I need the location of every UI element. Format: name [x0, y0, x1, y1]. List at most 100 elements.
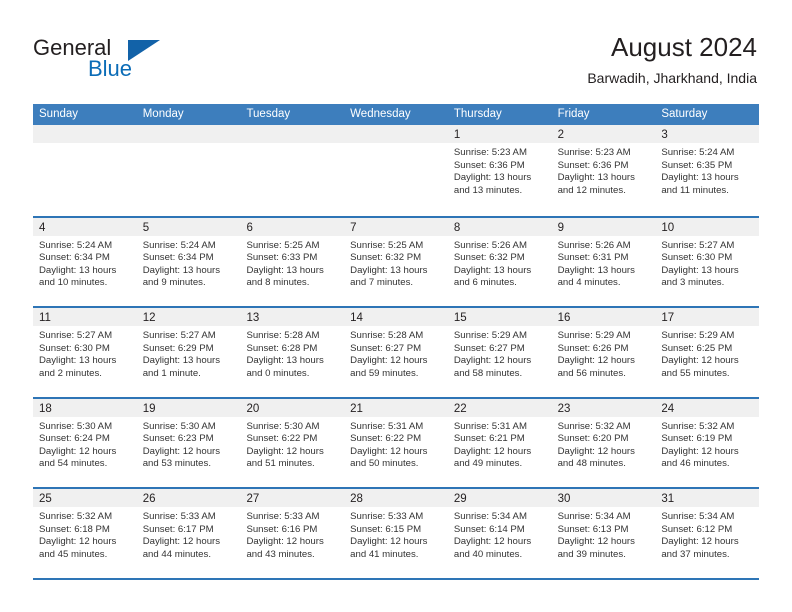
day-number: 23	[557, 402, 571, 415]
daylight-text-line1: Daylight: 12 hours	[453, 445, 532, 457]
day-cell-22[interactable]: 22 Sunrise: 5:31 AM Sunset: 6:21 PM Dayligh…	[447, 398, 552, 487]
day-number: 8	[453, 221, 461, 234]
daylight-text-line2: and 13 minutes.	[453, 184, 523, 196]
day-cell-14[interactable]: 14 Sunrise: 5:28 AM Sunset: 6:27 PM Dayligh…	[344, 308, 448, 397]
day-number: 21	[350, 402, 363, 415]
day-number: 22	[453, 402, 467, 415]
day-cell-6[interactable]: 6 Sunrise: 5:25 AM Sunset: 6:33 PM Daylight…	[240, 217, 345, 306]
day-number: 9	[557, 221, 564, 234]
sunrise-text: Sunrise: 5:33 AM	[142, 511, 216, 522]
sunset-text: Sunset: 6:21 PM	[453, 433, 525, 445]
day-number-band: 27	[240, 489, 345, 507]
day-cell-3[interactable]: 3 Sunrise: 5:24 AM Sunset: 6:35 PM Daylight…	[655, 125, 760, 216]
day-cell-10[interactable]: 10 Sunrise: 5:27 AM Sunset: 6:30 PM Dayligh…	[655, 217, 760, 306]
daylight-text-line1: Daylight: 13 hours	[453, 172, 532, 184]
day-details: Sunrise: 5:28 AM Sunset: 6:27 PM Daylight:…	[344, 326, 448, 380]
sunrise-text: Sunrise: 5:27 AM	[661, 239, 735, 251]
daylight-text-line2: and 43 minutes.	[246, 548, 315, 560]
sunset-text: Sunset: 6:20 PM	[557, 433, 629, 445]
day-number: 31	[661, 493, 675, 505]
daylight-text-line1: Daylight: 13 hours	[142, 264, 221, 276]
day-details: Sunrise: 5:23 AM Sunset: 6:36 PM Daylight:…	[448, 143, 552, 197]
day-cell-13[interactable]: 13 Sunrise: 5:28 AM Sunset: 6:28 PM Dayligh…	[240, 308, 345, 397]
day-number: 20	[246, 402, 260, 415]
day-cell-25[interactable]: 25 Sunrise: 5:32 AM Sunset: 6:18 PM Dayligh…	[33, 489, 137, 578]
sunset-text: Sunset: 6:12 PM	[661, 523, 733, 535]
sunset-text: Sunset: 6:25 PM	[661, 342, 733, 354]
calendar-grid: Sunday Monday Tuesday Wednesday Thursday Frid…	[33, 104, 760, 580]
day-number-band: 7	[344, 217, 448, 236]
day-number-band: 29	[447, 489, 552, 507]
daylight-text-line1: Daylight: 13 hours	[350, 264, 428, 276]
day-details: Sunrise: 5:29 AM Sunset: 6:26 PM Daylight:…	[552, 326, 656, 380]
daylight-text-line2: and 45 minutes.	[39, 548, 108, 560]
weekday-header-monday: Monday	[142, 108, 184, 120]
day-number-band: 16	[551, 308, 656, 326]
weekday-header-wednesday: Wednesday	[350, 108, 411, 120]
day-cell-31[interactable]: 31 Sunrise: 5:34 AM Sunset: 6:12 PM Dayligh…	[655, 489, 760, 578]
day-details	[240, 143, 344, 147]
day-number-band: 11	[33, 308, 137, 326]
daylight-text-line1: Daylight: 12 hours	[661, 355, 739, 367]
day-number: 19	[142, 402, 156, 415]
day-cell-8[interactable]: 8 Sunrise: 5:26 AM Sunset: 6:32 PM Daylight…	[447, 217, 552, 306]
day-number: 17	[661, 312, 675, 324]
brand-logo[interactable]: General Blue	[33, 36, 253, 86]
sunset-text: Sunset: 6:32 PM	[453, 252, 525, 264]
day-cell-20[interactable]: 20 Sunrise: 5:30 AM Sunset: 6:22 PM Dayligh…	[240, 398, 345, 487]
sunrise-text: Sunrise: 5:25 AM	[350, 239, 424, 251]
daylight-text-line1: Daylight: 12 hours	[350, 445, 428, 457]
day-cell-16[interactable]: 16 Sunrise: 5:29 AM Sunset: 6:26 PM Dayligh…	[551, 308, 656, 397]
day-cell-24[interactable]: 24 Sunrise: 5:32 AM Sunset: 6:19 PM Dayligh…	[655, 398, 760, 487]
calendar-week-row: 18 Sunrise: 5:30 AM Sunset: 6:24 PM Dayligh…	[33, 396, 760, 487]
day-cell-23[interactable]: 23 Sunrise: 5:32 AM Sunset: 6:20 PM Dayligh…	[551, 398, 656, 487]
sunrise-text: Sunrise: 5:26 AM	[557, 239, 631, 251]
day-cell-1[interactable]: 1 Sunrise: 5:23 AM Sunset: 6:36 PM Daylight…	[447, 125, 552, 216]
day-cell-18[interactable]: 18 Sunrise: 5:30 AM Sunset: 6:24 PM Dayligh…	[33, 398, 137, 487]
day-details: Sunrise: 5:26 AM Sunset: 6:32 PM Daylight:…	[448, 236, 552, 290]
day-cell-27[interactable]: 27 Sunrise: 5:33 AM Sunset: 6:16 PM Dayligh…	[240, 489, 345, 578]
day-number-band: 8	[447, 217, 552, 236]
day-number: 11	[39, 312, 51, 324]
day-cell-9[interactable]: 9 Sunrise: 5:26 AM Sunset: 6:31 PM Daylight…	[551, 217, 656, 306]
daylight-text-line1: Daylight: 13 hours	[661, 172, 739, 184]
daylight-text-line2: and 7 minutes.	[350, 277, 414, 289]
day-details	[137, 143, 241, 147]
day-details: Sunrise: 5:32 AM Sunset: 6:18 PM Daylight:…	[33, 507, 137, 561]
day-cell-19[interactable]: 19 Sunrise: 5:30 AM Sunset: 6:23 PM Dayligh…	[136, 398, 241, 487]
sunset-text: Sunset: 6:27 PM	[453, 342, 525, 354]
daylight-text-line1: Daylight: 12 hours	[142, 445, 221, 457]
daylight-text-line1: Daylight: 12 hours	[557, 355, 635, 367]
day-cell-21[interactable]: 21 Sunrise: 5:31 AM Sunset: 6:22 PM Dayligh…	[344, 398, 448, 487]
day-cell-15[interactable]: 15 Sunrise: 5:29 AM Sunset: 6:27 PM Dayligh…	[447, 308, 552, 397]
day-cell-29[interactable]: 29 Sunrise: 5:34 AM Sunset: 6:14 PM Dayligh…	[447, 489, 552, 578]
day-cell-empty	[344, 125, 448, 216]
day-cell-5[interactable]: 5 Sunrise: 5:24 AM Sunset: 6:34 PM Daylight…	[136, 217, 241, 306]
day-cell-2[interactable]: 2 Sunrise: 5:23 AM Sunset: 6:36 PM Daylight…	[551, 125, 656, 216]
day-cell-4[interactable]: 4 Sunrise: 5:24 AM Sunset: 6:34 PM Daylight…	[33, 217, 137, 306]
day-cell-7[interactable]: 7 Sunrise: 5:25 AM Sunset: 6:32 PM Daylight…	[344, 217, 448, 306]
daylight-text-line1: Daylight: 12 hours	[661, 536, 739, 548]
daylight-text-line1: Daylight: 13 hours	[453, 264, 532, 276]
day-number: 30	[557, 493, 571, 505]
day-cell-12[interactable]: 12 Sunrise: 5:27 AM Sunset: 6:29 PM Dayligh…	[136, 308, 241, 397]
sunrise-text: Sunrise: 5:28 AM	[246, 330, 320, 341]
day-cell-28[interactable]: 28 Sunrise: 5:33 AM Sunset: 6:15 PM Dayligh…	[344, 489, 448, 578]
sunset-text: Sunset: 6:17 PM	[142, 523, 214, 535]
day-details: Sunrise: 5:27 AM Sunset: 6:30 PM Daylight:…	[33, 326, 137, 380]
daylight-text-line1: Daylight: 13 hours	[557, 264, 635, 276]
day-details: Sunrise: 5:24 AM Sunset: 6:34 PM Daylight:…	[33, 236, 137, 290]
day-number: 3	[661, 129, 668, 141]
daylight-text-line2: and 55 minutes.	[661, 367, 730, 379]
day-number: 4	[39, 221, 46, 234]
sunrise-text: Sunrise: 5:24 AM	[142, 239, 216, 251]
day-details: Sunrise: 5:23 AM Sunset: 6:36 PM Daylight:…	[552, 143, 656, 197]
day-details: Sunrise: 5:28 AM Sunset: 6:28 PM Daylight:…	[240, 326, 344, 380]
sunrise-text: Sunrise: 5:34 AM	[453, 511, 527, 522]
day-cell-30[interactable]: 30 Sunrise: 5:34 AM Sunset: 6:13 PM Dayligh…	[551, 489, 656, 578]
day-cell-11[interactable]: 11 Sunrise: 5:27 AM Sunset: 6:30 PM Dayligh…	[33, 308, 137, 397]
day-cell-26[interactable]: 26 Sunrise: 5:33 AM Sunset: 6:17 PM Dayligh…	[136, 489, 241, 578]
day-cell-17[interactable]: 17 Sunrise: 5:29 AM Sunset: 6:25 PM Dayligh…	[655, 308, 760, 397]
day-number-band: 31	[655, 489, 760, 507]
day-details: Sunrise: 5:32 AM Sunset: 6:19 PM Daylight:…	[655, 417, 759, 471]
